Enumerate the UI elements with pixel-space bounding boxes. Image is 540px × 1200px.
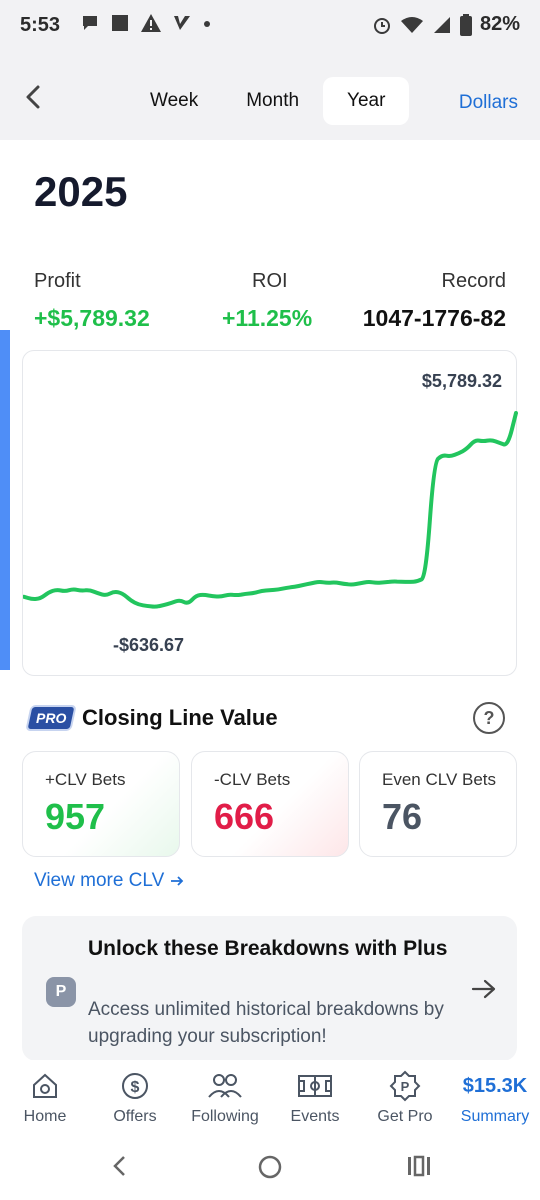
positive-clv-value: 957 <box>45 796 106 837</box>
nav-home-label: Home <box>23 1108 67 1125</box>
negative-clv-card[interactable]: -CLV Bets 666 <box>191 751 349 857</box>
clv-title: Closing Line Value <box>82 705 278 730</box>
arrow-right-icon <box>471 979 496 999</box>
unlock-description: Access unlimited historical breakdowns b… <box>88 999 444 1047</box>
dollar-circle-icon: $ <box>122 1073 148 1099</box>
nav-home[interactable]: Home <box>0 1070 90 1126</box>
chevron-left-icon <box>26 85 40 109</box>
profit-value: +$5,789.32 <box>34 305 150 331</box>
plus-badge-icon: P <box>46 977 76 1007</box>
signal-icon <box>433 16 450 33</box>
page-title: 2025 <box>34 168 128 215</box>
record-value: 1047-1776-82 <box>362 305 506 331</box>
status-time: 5:53 <box>20 14 61 36</box>
even-clv-label: Even CLV Bets <box>382 770 497 789</box>
battery-icon <box>459 13 472 36</box>
svg-text:$: $ <box>131 1079 140 1096</box>
unlock-title: Unlock these Breakdowns with Plus <box>88 937 448 960</box>
pro-badge: PRO <box>25 705 77 731</box>
tab-week[interactable]: Week <box>126 77 222 125</box>
profit-label: Profit <box>34 270 81 292</box>
period-tabs: Week Month Year <box>126 77 410 125</box>
positive-clv-card[interactable]: +CLV Bets 957 <box>22 751 180 857</box>
people-icon <box>208 1074 242 1098</box>
system-navigation-bar <box>0 1140 540 1200</box>
negative-clv-label: -CLV Bets <box>214 770 291 789</box>
dot-icon <box>204 21 210 27</box>
nav-get-pro[interactable]: P Get Pro <box>360 1070 450 1126</box>
tab-year[interactable]: Year <box>323 77 410 125</box>
back-button[interactable] <box>18 82 48 112</box>
nav-offers-label: Offers <box>113 1108 157 1125</box>
system-back-icon[interactable] <box>110 1154 130 1178</box>
arrow-right-icon <box>170 876 183 886</box>
tab-month[interactable]: Month <box>222 77 323 125</box>
nav-events-label: Events <box>290 1108 340 1125</box>
home-icon <box>33 1073 57 1098</box>
profit-series-line <box>23 410 518 609</box>
summary-amount: $15.3K <box>462 1074 528 1097</box>
system-status-icons: 82% <box>372 13 520 36</box>
status-bar: 5:53 82% <box>0 0 540 52</box>
chart-min-label: -$636.67 <box>113 635 185 655</box>
profit-chart[interactable]: $5,789.32 -$636.67 <box>22 350 518 676</box>
chat-icon <box>83 16 97 30</box>
pro-badge-text: PRO <box>35 710 67 726</box>
notification-icons <box>80 13 212 33</box>
chart-max-label: $5,789.32 <box>421 371 502 391</box>
units-toggle[interactable]: Dollars <box>459 92 518 114</box>
negative-clv-value: 666 <box>214 796 275 837</box>
alarm-icon <box>373 17 390 34</box>
pro-badge-icon: P <box>389 1070 421 1102</box>
nav-following-label: Following <box>191 1108 259 1125</box>
left-edge-accent <box>0 330 10 670</box>
view-more-clv-label: View more CLV <box>34 870 165 891</box>
roi-label: ROI <box>252 270 288 292</box>
help-icon[interactable]: ? <box>473 702 505 734</box>
nav-get-pro-label: Get Pro <box>377 1108 433 1125</box>
profit-line-chart <box>23 410 518 609</box>
nav-events[interactable]: Events <box>270 1070 360 1126</box>
bottom-navigation: Home $ Offers Following Events P Get Pro… <box>0 1060 540 1140</box>
view-more-clv-link[interactable]: View more CLV <box>34 870 184 892</box>
even-clv-value: 76 <box>382 796 423 837</box>
nav-summary[interactable]: $15.3K Summary <box>450 1070 540 1126</box>
roi-value: +11.25% <box>222 305 313 331</box>
battery-percent: 82% <box>479 13 520 35</box>
header: Week Month Year Dollars <box>0 52 540 140</box>
even-clv-card[interactable]: Even CLV Bets 76 <box>359 751 517 857</box>
nav-following[interactable]: Following <box>180 1070 270 1126</box>
nav-offers[interactable]: $ Offers <box>90 1070 180 1126</box>
warning-icon <box>141 14 161 32</box>
image-icon <box>112 15 128 31</box>
wifi-icon <box>400 16 423 33</box>
unlock-plus-card[interactable]: P Unlock these Breakdowns with Plus Acce… <box>22 916 517 1061</box>
v-app-icon <box>174 16 190 30</box>
positive-clv-label: +CLV Bets <box>45 770 126 789</box>
svg-text:P: P <box>401 1079 410 1094</box>
clv-section-header: PRO Closing Line Value ? <box>25 700 513 736</box>
system-home-icon[interactable] <box>257 1154 283 1180</box>
stadium-icon <box>298 1075 332 1097</box>
system-recents-icon[interactable] <box>406 1154 432 1178</box>
record-label: Record <box>441 270 506 292</box>
nav-summary-label: Summary <box>460 1108 530 1125</box>
